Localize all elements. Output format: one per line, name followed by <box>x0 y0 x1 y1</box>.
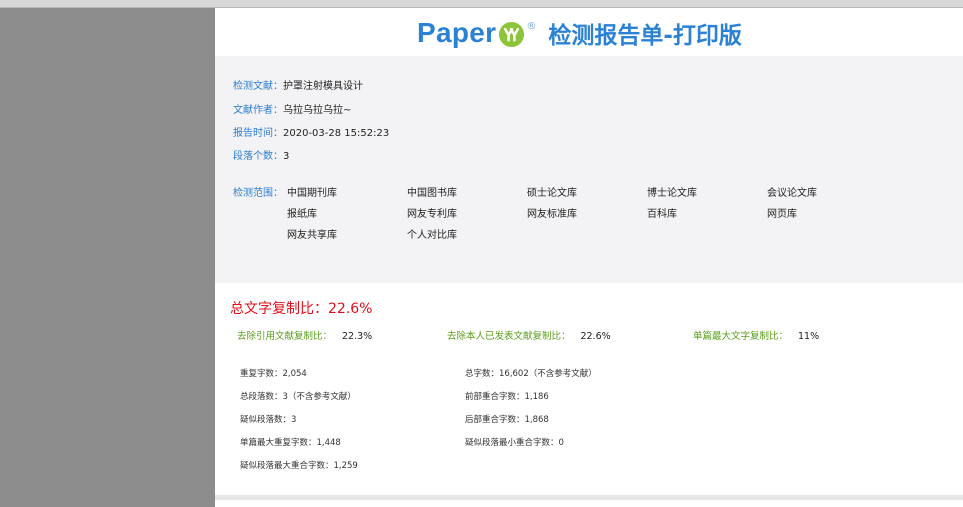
scope-item: 中国期刊库 <box>287 188 337 199</box>
doc-label: 检测文献： <box>233 81 283 92</box>
doc-value: 护罩注射模具设计 <box>283 81 363 92</box>
report-title: 检测报告单-打印版 <box>548 23 742 49</box>
time-label: 报告时间： <box>233 128 283 139</box>
stat-total-chars: 总字数：16,602（不含参考文献） <box>465 369 597 379</box>
scope-item: 个人对比库 <box>407 230 457 241</box>
ratio-excluding-citations: 去除引用文献复制比： 22.3% <box>237 328 372 342</box>
doc-row: 检测文献：护罩注射模具设计 <box>233 77 363 92</box>
author-row: 文献作者：乌拉乌拉乌拉~ <box>233 101 351 116</box>
stat-total-paragraphs: 总段落数：3（不含参考文献） <box>240 392 356 402</box>
stat-min-suspect-overlap: 疑似段落最小重合字数：0 <box>465 438 564 448</box>
stat-suspect-paragraphs: 疑似段落数：3 <box>240 415 297 425</box>
scope-item: 会议论文库 <box>767 188 817 199</box>
time-row: 报告时间：2020-03-28 15:52:23 <box>233 124 389 139</box>
scope-item: 网友标准库 <box>527 209 577 220</box>
ratio-value: 11% <box>798 331 820 342</box>
stat-back-overlap: 后部重合字数：1,868 <box>465 415 549 425</box>
scope-item: 硕士论文库 <box>527 188 577 199</box>
registered-mark: ® <box>526 20 537 32</box>
scope-item: 博士论文库 <box>647 188 697 199</box>
ratio-value: 22.3% <box>342 331 373 342</box>
paragraph-count-row: 段落个数：3 <box>233 147 289 162</box>
stat-duplicate-chars: 重复字数：2,054 <box>240 369 307 379</box>
ratio-value: 22.6% <box>580 331 611 342</box>
total-copy-ratio: 总文字复制比：22.6% <box>230 298 372 318</box>
report-page: Paper ® 检测报告单-打印版 检测文献：护罩注射模具设计 文献作者：乌拉乌… <box>215 8 963 507</box>
total-copy-ratio-label: 总文字复制比： <box>230 301 328 317</box>
stat-front-overlap: 前部重合字数：1,186 <box>465 392 549 402</box>
scope-item: 中国图书库 <box>407 188 457 199</box>
brand: Paper ® 检测报告单-打印版 <box>417 16 742 50</box>
stat-max-single-duplicate: 单篇最大重复字数：1,448 <box>240 438 341 448</box>
paragraph-count-label: 段落个数： <box>233 151 283 162</box>
ratio-label: 去除本人已发表文献复制比： <box>447 331 571 342</box>
ratio-max-single: 单篇最大文字复制比： 11% <box>693 328 819 342</box>
scope-item: 网友专利库 <box>407 209 457 220</box>
ratio-excluding-own-works: 去除本人已发表文献复制比： 22.6% <box>447 328 611 342</box>
bottom-rule <box>215 495 963 500</box>
author-label: 文献作者： <box>233 105 283 116</box>
left-gutter <box>0 0 215 507</box>
paragraph-count-value: 3 <box>283 151 290 162</box>
report-header: Paper ® 检测报告单-打印版 <box>215 8 963 56</box>
scope-item: 网页库 <box>767 209 797 220</box>
ratio-label: 去除引用文献复制比： <box>237 331 333 342</box>
total-copy-ratio-value: 22.6% <box>328 301 373 317</box>
scope-label: 检测范围： <box>233 188 283 199</box>
time-value: 2020-03-28 15:52:23 <box>283 128 390 139</box>
info-panel: 检测文献：护罩注射模具设计 文献作者：乌拉乌拉乌拉~ 报告时间：2020-03-… <box>215 56 963 283</box>
top-rule <box>0 0 963 8</box>
ratio-label: 单篇最大文字复制比： <box>693 331 789 342</box>
scope-item: 报纸库 <box>287 209 317 220</box>
stat-max-suspect-overlap: 疑似段落最大重合字数：1,259 <box>240 461 358 471</box>
brand-name: Paper <box>417 17 497 48</box>
paperyy-logo-icon <box>499 21 525 47</box>
scope-item: 网友共享库 <box>287 230 337 241</box>
author-value: 乌拉乌拉乌拉~ <box>283 105 352 116</box>
scope-item: 百科库 <box>647 209 677 220</box>
